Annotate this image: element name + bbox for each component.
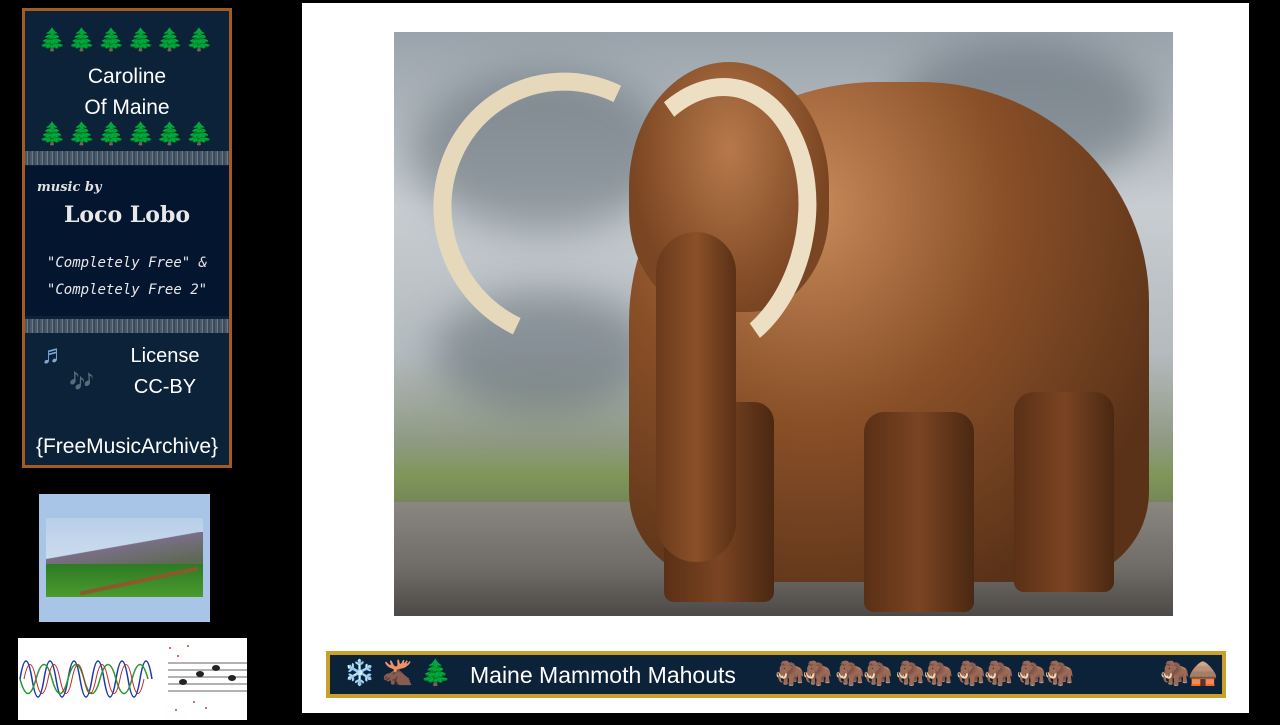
artist-name: Loco Lobo (63, 202, 191, 228)
album-names: "Completely Free" & "Completely Free 2" (25, 250, 229, 304)
banner-title: Maine Mammoth Mahouts (470, 662, 736, 688)
snowflake-moose-tree-icon: ❄️ 🫎 🌲 (344, 659, 452, 687)
mammoth-photo (394, 32, 1173, 616)
divider (25, 319, 229, 333)
credits-block: music by Loco Lobo "Completely Free" & "… (25, 166, 229, 316)
title-banner: ❄️ 🫎 🌲 Maine Mammoth Mahouts 🦣🦣 🦣🦣 🦣🦣 🦣🦣… (326, 651, 1226, 698)
mammoth-hut-icon: 🦣🛖 (1160, 660, 1218, 687)
divider (25, 151, 229, 165)
music-notes-icon: 🎶 (69, 371, 94, 393)
album-line1: "Completely Free" & (46, 255, 208, 271)
license-type: CC-BY (133, 376, 197, 398)
mammoth-icon: 🦣🦣 🦣🦣 🦣🦣 🦣🦣 🦣🦣 (775, 660, 1074, 687)
music-by-label: music by (37, 180, 102, 195)
waveform-thumbnail (18, 638, 247, 720)
info-panel: 🌲🌲🌲🌲🌲🌲 Caroline Of Maine 🌲🌲🌲🌲🌲🌲 music by… (22, 8, 232, 468)
license-label: License (130, 345, 200, 367)
song-title-line1: Caroline (87, 65, 167, 88)
tree-row-icon: 🌲🌲🌲🌲🌲🌲 (38, 27, 216, 52)
source-label: {FreeMusicArchive} (35, 435, 219, 458)
album-line2: "Completely Free 2" (46, 282, 208, 298)
song-title: Caroline Of Maine (25, 61, 229, 123)
waveform-graphic (19, 645, 247, 711)
song-title-line2: Of Maine (84, 96, 170, 119)
license-info: License CC-BY (115, 341, 215, 403)
music-note-icon: ♬ (41, 339, 67, 369)
tree-row-icon: 🌲🌲🌲🌲🌲🌲 (38, 121, 216, 146)
landscape-thumbnail (39, 494, 210, 622)
